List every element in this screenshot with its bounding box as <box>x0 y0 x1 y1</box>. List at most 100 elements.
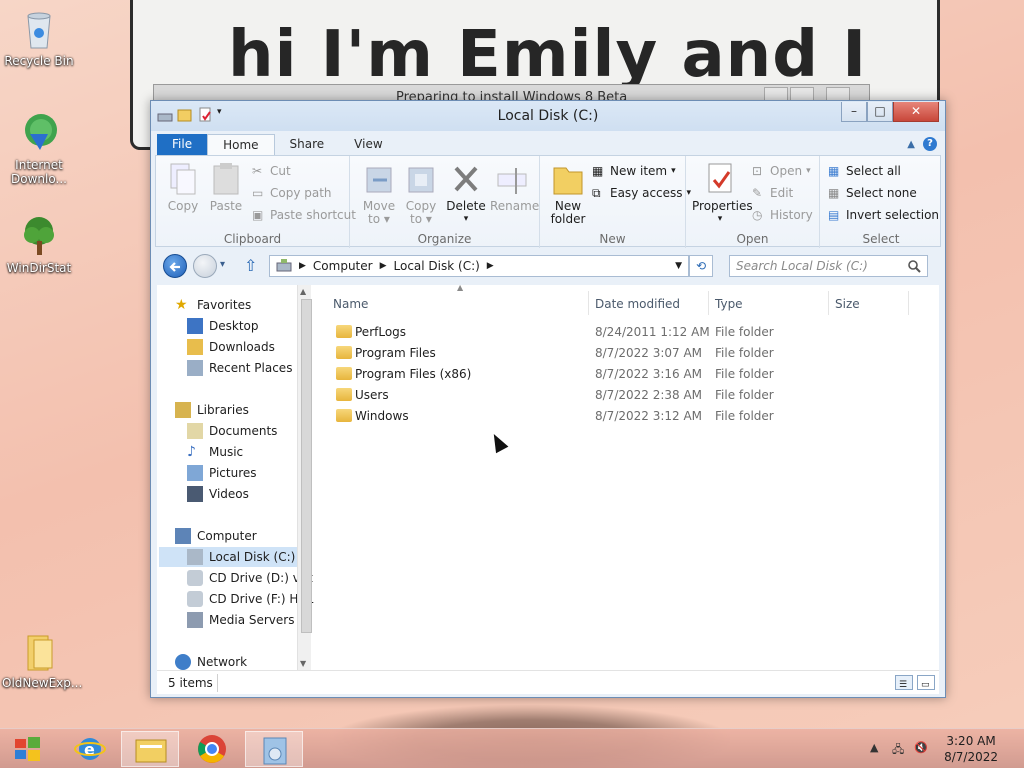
new-folder-button[interactable]: New folder <box>548 162 588 226</box>
taskbar-setup[interactable] <box>245 731 303 767</box>
table-row[interactable]: PerfLogs 8/24/2011 1:12 AM File folder <box>333 322 933 343</box>
column-separator[interactable] <box>828 291 829 315</box>
file-name: Users <box>355 388 389 402</box>
back-button[interactable] <box>163 254 187 278</box>
file-explorer-icon <box>135 739 167 763</box>
nav-favorites[interactable]: ★ Favorites <box>175 295 251 315</box>
chevron-right-icon[interactable]: ▶ <box>380 261 387 271</box>
desktop-icon-internet-download[interactable]: Internet Downlo... <box>2 112 76 186</box>
table-row[interactable]: Program Files (x86) 8/7/2022 3:16 AM Fil… <box>333 364 933 385</box>
nav-music[interactable]: ♪ Music <box>187 442 243 462</box>
tab-share[interactable]: Share <box>275 134 340 155</box>
new-item-button[interactable]: ▦ New item ▾ <box>592 164 676 178</box>
address-dropdown-icon[interactable]: ▼ <box>675 261 682 271</box>
nav-cd-drive-d[interactable]: CD Drive (D:) virt <box>187 568 313 588</box>
nav-network[interactable]: Network <box>175 652 247 670</box>
close-button[interactable]: ✕ <box>893 102 939 122</box>
taskbar-chrome[interactable] <box>183 731 241 767</box>
column-header-size[interactable]: Size <box>835 297 860 311</box>
copy-path-button[interactable]: ▭ Copy path <box>252 186 332 200</box>
up-arrow-icon[interactable]: ⇧ <box>244 256 257 275</box>
nav-libraries[interactable]: Libraries <box>175 400 249 420</box>
network-tray-icon[interactable]: 🖧 <box>892 741 904 760</box>
start-button[interactable] <box>0 731 56 767</box>
nav-local-disk[interactable]: Local Disk (C:) <box>159 547 299 567</box>
desktop-icon-oldnewexplorer[interactable]: OldNewExp... <box>2 630 83 690</box>
select-none-button[interactable]: ▦ Select none <box>828 186 917 200</box>
help-icon[interactable]: ? <box>923 137 937 151</box>
tab-home[interactable]: Home <box>207 134 275 155</box>
column-header-date-modified[interactable]: Date modified <box>595 297 680 311</box>
select-all-button[interactable]: ▦ Select all <box>828 164 901 178</box>
easy-access-button[interactable]: ⧉ Easy access ▾ <box>592 186 691 200</box>
setup-disc-icon <box>263 737 287 765</box>
file-list[interactable]: ▲ Name Date modified Type Size PerfLogs … <box>317 283 939 670</box>
nav-media-servers[interactable]: Media Servers <box>187 610 294 630</box>
nav-downloads[interactable]: Downloads <box>187 337 275 357</box>
explorer-window[interactable]: ▾ Local Disk (C:) – □ ✕ File Home Share … <box>150 100 946 698</box>
refresh-icon: ⟲ <box>695 259 707 273</box>
edit-icon: ✎ <box>752 186 763 200</box>
large-icons-view-button[interactable]: ▭ <box>917 675 935 690</box>
minimize-button[interactable]: – <box>841 102 867 122</box>
column-separator[interactable] <box>908 291 909 315</box>
copy-button[interactable]: Copy <box>166 162 200 213</box>
chevron-right-icon[interactable]: ▶ <box>487 261 494 271</box>
desktop-icon-label: OldNewExp... <box>2 676 83 690</box>
edit-button[interactable]: ✎ Edit <box>752 186 793 200</box>
tab-view[interactable]: View <box>339 134 397 155</box>
scroll-down-icon[interactable]: ▼ <box>300 659 306 668</box>
invert-selection-button[interactable]: ▤ Invert selection <box>828 208 939 222</box>
file-name: Program Files (x86) <box>355 367 472 381</box>
forward-button[interactable] <box>193 254 217 278</box>
breadcrumb-local-disk[interactable]: Local Disk (C:) <box>394 259 480 273</box>
column-header-type[interactable]: Type <box>715 297 743 311</box>
nav-pictures[interactable]: Pictures <box>187 463 257 483</box>
copy-to-button[interactable]: Copy to ▾ <box>404 162 438 226</box>
properties-button[interactable]: Properties ▾ <box>692 162 753 226</box>
nav-cd-drive-f[interactable]: CD Drive (F:) HB1 <box>187 589 314 609</box>
taskbar-internet-explorer[interactable]: e <box>61 731 119 767</box>
paste-button[interactable]: Paste <box>208 162 244 213</box>
rename-button[interactable]: Rename <box>490 162 539 213</box>
cut-button[interactable]: ✂ Cut <box>252 164 291 178</box>
nav-computer[interactable]: Computer <box>175 526 257 546</box>
move-to-button[interactable]: Move to ▾ <box>362 162 396 226</box>
desktop-icon-recycle-bin[interactable]: Recycle Bin <box>2 8 76 68</box>
paste-shortcut-button[interactable]: ▣ Paste shortcut <box>252 208 356 222</box>
recent-locations-icon[interactable]: ▾ <box>220 259 225 270</box>
desktop-icon-windirstat[interactable]: WinDirStat <box>2 215 76 275</box>
column-separator[interactable] <box>708 291 709 315</box>
details-view-button[interactable]: ☰ <box>895 675 913 690</box>
scroll-up-icon[interactable]: ▲ <box>300 287 306 296</box>
tab-file[interactable]: File <box>157 134 208 155</box>
table-row[interactable]: Windows 8/7/2022 3:12 AM File folder <box>333 406 933 427</box>
taskbar-file-explorer[interactable] <box>121 731 179 767</box>
nav-recent-places[interactable]: Recent Places <box>187 358 292 378</box>
breadcrumb-computer[interactable]: Computer <box>313 259 373 273</box>
column-separator[interactable] <box>588 291 589 315</box>
search-input[interactable]: Search Local Disk (C:) <box>729 255 928 277</box>
history-button[interactable]: ◷ History <box>752 208 813 222</box>
volume-muted-icon[interactable]: 🔇 <box>914 741 928 754</box>
system-clock[interactable]: 3:20 AM 8/7/2022 <box>944 733 998 765</box>
chevron-right-icon[interactable]: ▶ <box>299 261 306 271</box>
nav-videos[interactable]: Videos <box>187 484 249 504</box>
address-bar[interactable]: ▶ Computer ▶ Local Disk (C:) ▶ ▼ <box>269 255 689 277</box>
nav-documents[interactable]: Documents <box>187 421 277 441</box>
open-button[interactable]: ⊡ Open ▾ <box>752 164 811 178</box>
minimize-ribbon-icon[interactable]: ▲ <box>907 139 915 150</box>
show-hidden-icons[interactable]: ▲ <box>870 741 878 754</box>
search-icon[interactable] <box>907 259 921 273</box>
delete-button[interactable]: Delete ▾ <box>446 162 486 226</box>
nav-desktop[interactable]: Desktop <box>187 316 259 336</box>
nav-scrollbar-thumb[interactable] <box>301 299 312 633</box>
table-row[interactable]: Users 8/7/2022 2:38 AM File folder <box>333 385 933 406</box>
navigation-pane: ★ Favorites Desktop Downloads Recent Plac… <box>157 285 317 670</box>
maximize-button[interactable]: □ <box>867 102 893 122</box>
title-bar[interactable]: ▾ Local Disk (C:) – □ ✕ <box>151 101 945 131</box>
refresh-button[interactable]: ⟲ <box>689 255 713 277</box>
table-row[interactable]: Program Files 8/7/2022 3:07 AM File fold… <box>333 343 933 364</box>
open-label: Open <box>736 232 769 246</box>
column-header-name[interactable]: Name <box>333 297 368 311</box>
